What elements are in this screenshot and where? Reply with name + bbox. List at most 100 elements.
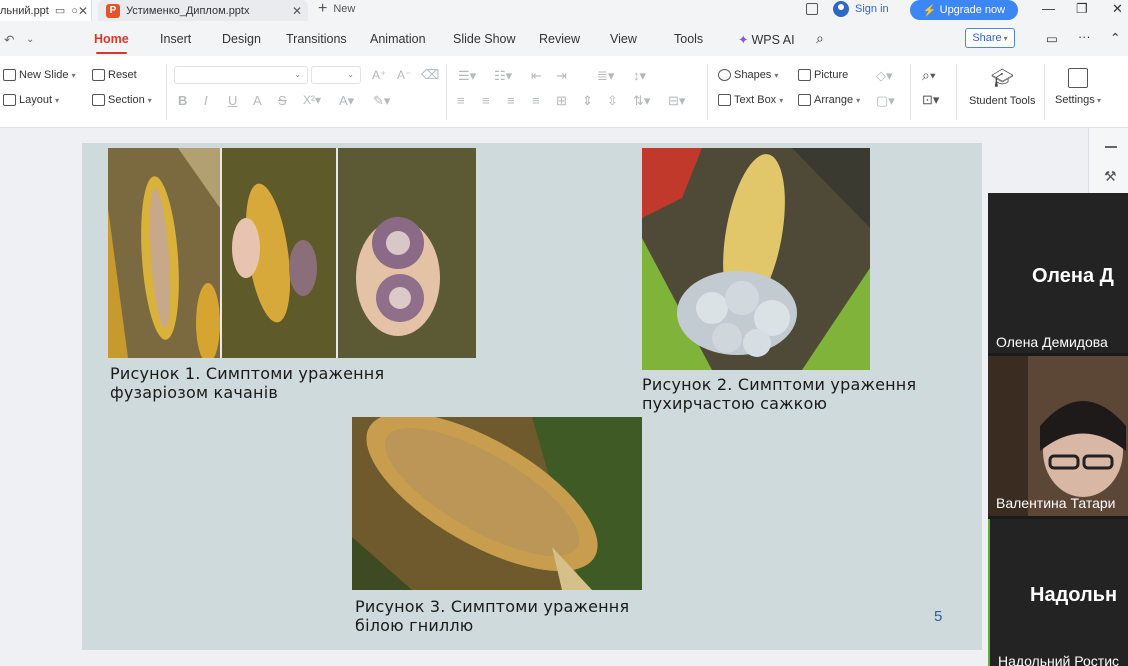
picture-label: Picture <box>814 69 849 81</box>
align-left-icon[interactable]: ≡ <box>457 93 465 108</box>
figure-3-caption: Рисунок 3. Симптоми ураження білою гнилл… <box>355 597 629 635</box>
sign-in-label: Sign in <box>855 3 889 15</box>
corn-smut-image <box>642 148 870 370</box>
font-family-select[interactable]: ⌄ <box>174 66 308 84</box>
tab-transitions[interactable]: Transitions <box>286 32 347 46</box>
tab-design[interactable]: Design <box>222 32 261 46</box>
figure-3-photo[interactable] <box>352 417 642 590</box>
participant-tile[interactable]: Олена Д Олена Демидова <box>988 193 1128 353</box>
paragraph-spacing-icon[interactable]: ⇕ <box>582 93 593 109</box>
sign-in-button[interactable]: Sign in <box>833 1 889 17</box>
comment-icon[interactable]: ▭ <box>1046 31 1058 46</box>
sparkle-icon: ✦ <box>738 33 749 47</box>
collapse-ribbon-icon[interactable]: ⌃ <box>1110 30 1120 45</box>
increase-indent-icon[interactable]: ⇥ <box>556 68 567 84</box>
close-tab-icon[interactable]: ✕ <box>78 4 88 18</box>
tab-insert[interactable]: Insert <box>160 32 191 46</box>
figure-2-photo[interactable] <box>642 148 870 370</box>
shapes-icon <box>718 69 731 81</box>
share-button[interactable]: Share ▾ <box>965 28 1015 48</box>
upgrade-button[interactable]: ⚡ Upgrade now <box>910 0 1018 20</box>
text-direction-icon[interactable]: ≣▾ <box>597 68 614 84</box>
column-icon[interactable]: ⇳ <box>607 93 618 109</box>
section-button[interactable]: Section ▾ <box>92 94 152 106</box>
picture-icon <box>798 69 811 81</box>
participant-tile-active[interactable]: Надольн Надольний Ростис <box>988 519 1128 666</box>
caption-line: фузаріозом качанів <box>110 383 278 402</box>
document-tab-2[interactable]: P Устименко_Диплом.pptx ✕ <box>98 0 308 21</box>
tab-home[interactable]: Home <box>94 32 129 54</box>
figure-1-caption: Рисунок 1. Симптоми ураження фузаріозом … <box>110 364 384 402</box>
tab-view[interactable]: View <box>610 32 637 46</box>
new-slide-icon <box>3 69 16 81</box>
underline-icon[interactable]: U <box>228 93 237 108</box>
align-right-icon[interactable]: ≡ <box>507 93 515 108</box>
wps-ai-button[interactable]: ✦ WPS AI <box>738 32 795 47</box>
more-icon[interactable]: ··· <box>1078 30 1091 44</box>
new-slide-button[interactable]: New Slide ▾ <box>3 69 76 81</box>
participant-initials: Олена Д <box>1032 265 1114 287</box>
align-center-icon[interactable]: ≡ <box>482 93 490 108</box>
clear-format-icon[interactable]: ⌫ <box>421 67 439 83</box>
close-window-icon[interactable]: ✕ <box>1112 1 1123 17</box>
student-tools-button[interactable]: 🎓︎ Student Tools <box>969 68 1035 107</box>
reset-button[interactable]: Reset <box>92 69 137 81</box>
text-box-options-icon[interactable]: ⊟▾ <box>668 93 685 109</box>
chevron-down-icon: ▾ <box>1094 96 1101 105</box>
bold-icon[interactable]: B <box>178 93 187 108</box>
outline-icon[interactable]: ▢▾ <box>876 93 895 109</box>
caption-line: Рисунок 1. Симптоми ураження <box>110 364 385 383</box>
figure-1-photo[interactable] <box>108 148 476 358</box>
participant-tile[interactable]: Валентина Татари <box>988 356 1128 516</box>
font-size-select[interactable]: ⌄ <box>311 66 361 84</box>
highlight-icon[interactable]: ✎▾ <box>373 93 390 109</box>
participant-name: Олена Демидова <box>996 334 1108 350</box>
picture-button[interactable]: Picture <box>798 69 848 81</box>
settings-button[interactable]: Settings ▾ <box>1055 68 1101 106</box>
layout-button[interactable]: Layout ▾ <box>3 94 59 106</box>
presentation-icon: P <box>106 3 120 18</box>
chevron-down-icon[interactable]: ⌄ <box>26 34 34 45</box>
select-icon[interactable]: ⊡▾ <box>922 92 939 108</box>
arrange-button[interactable]: Arrange ▾ <box>798 94 860 106</box>
menu-bar: ↶ ⌄ Home Insert Design Transitions Anima… <box>0 22 1128 56</box>
dot-icon: ○ <box>71 4 78 17</box>
bullet-list-icon[interactable]: ☰▾ <box>458 68 476 84</box>
minimize-icon[interactable]: — <box>1042 1 1055 16</box>
search-icon[interactable]: ⌕ <box>816 30 824 47</box>
maximize-icon[interactable]: ❐ <box>1076 1 1088 17</box>
italic-icon[interactable]: I <box>204 93 208 108</box>
justify-icon[interactable]: ≡ <box>532 93 540 108</box>
font-color-icon[interactable]: A▾ <box>339 93 354 109</box>
find-icon[interactable]: ⌕▾ <box>922 67 936 84</box>
fill-icon[interactable]: ◇▾ <box>876 68 893 84</box>
document-tab-1[interactable]: льний.ppt ▭ ○ ✕ <box>0 0 92 21</box>
tab-animation[interactable]: Animation <box>370 32 426 46</box>
distribute-icon[interactable]: ⊞ <box>556 93 567 109</box>
strikethrough-icon[interactable]: S <box>278 93 287 108</box>
numbered-list-icon[interactable]: ☷▾ <box>494 68 512 84</box>
increase-font-icon[interactable]: A⁺ <box>372 68 386 82</box>
text-box-button[interactable]: Text Box ▾ <box>718 94 783 106</box>
undo-icon[interactable]: ↶ <box>4 32 14 47</box>
restore-window-icon[interactable] <box>806 3 818 15</box>
tab-tools[interactable]: Tools <box>674 32 703 46</box>
decrease-indent-icon[interactable]: ⇤ <box>531 68 542 84</box>
text-shadow-icon[interactable]: A <box>253 93 262 108</box>
tools-icon[interactable]: ⚒ <box>1104 168 1117 185</box>
account-icon <box>833 1 849 17</box>
arrange-label: Arrange <box>814 94 854 106</box>
close-tab-icon[interactable]: ✕ <box>292 4 302 18</box>
slide-number: 5 <box>934 608 943 625</box>
figure-2-caption: Рисунок 2. Симптоми ураження пухирчастою… <box>642 375 916 413</box>
slide-canvas[interactable]: Рисунок 1. Симптоми ураження фузаріозом … <box>82 143 982 650</box>
decrease-font-icon[interactable]: A⁻ <box>397 68 411 82</box>
new-tab-button[interactable]: + New <box>318 1 355 17</box>
tab-slide-show[interactable]: Slide Show <box>453 32 516 46</box>
line-height-icon[interactable]: ⇅▾ <box>633 93 650 109</box>
line-spacing-icon[interactable]: ↕▾ <box>633 68 646 84</box>
collapse-panel-icon[interactable] <box>1105 146 1117 148</box>
tab-review[interactable]: Review <box>539 32 580 46</box>
shapes-button[interactable]: Shapes ▾ <box>718 69 778 81</box>
superscript-icon[interactable]: X²▾ <box>303 93 321 107</box>
